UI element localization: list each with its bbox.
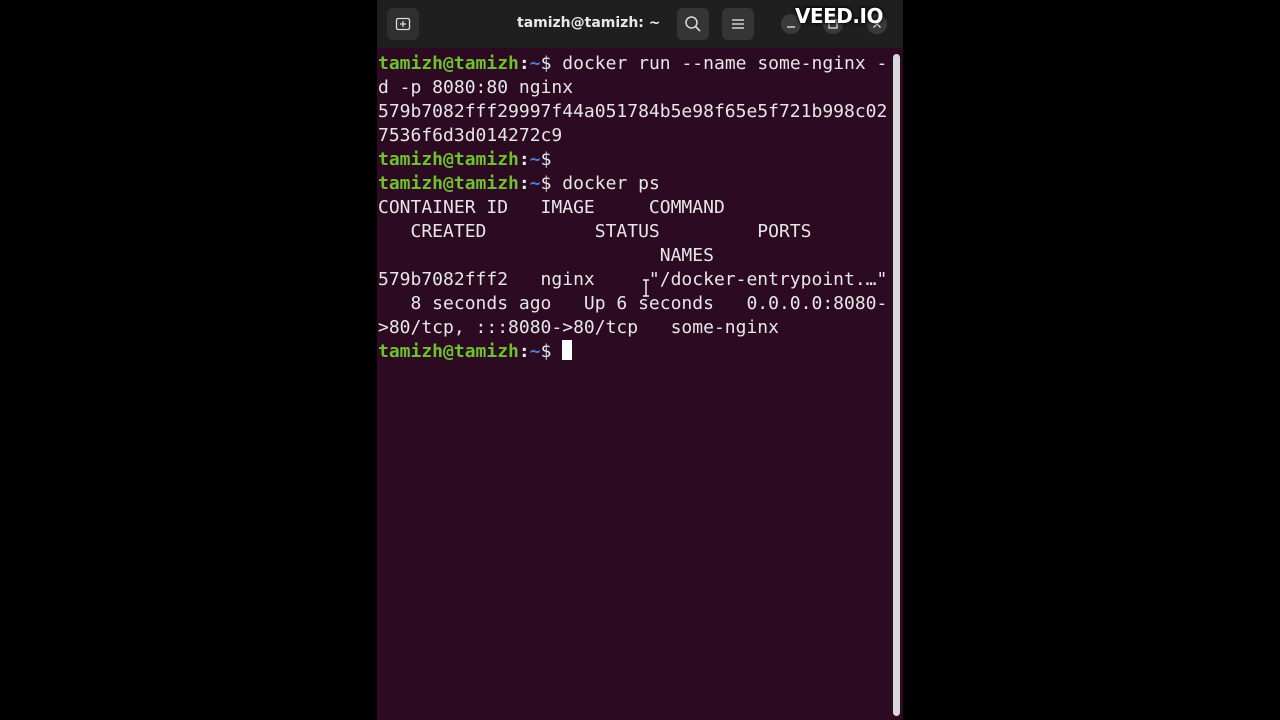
- scrollbar[interactable]: [893, 54, 900, 716]
- prompt-dollar: $: [540, 53, 563, 74]
- terminal-line: tamizh@tamizh:~$ docker run --name some-…: [378, 52, 893, 76]
- search-button[interactable]: [677, 8, 709, 40]
- new-tab-icon: [395, 17, 411, 31]
- prompt-dollar: $: [540, 149, 563, 170]
- prompt-path: ~: [529, 53, 541, 74]
- window-title: tamizh@tamizh: ~: [517, 15, 661, 31]
- terminal-line: 7536f6d3d014272c9: [378, 125, 563, 146]
- terminal-line: d -p 8080:80 nginx: [378, 77, 574, 98]
- prompt-dollar: $: [540, 341, 563, 362]
- prompt-user: tamizh@tamizh: [378, 53, 519, 74]
- terminal-output[interactable]: tamizh@tamizh:~$ docker run --name some-…: [378, 52, 893, 364]
- terminal-window: tamizh@tamizh: ~ VEED.IO tamizh@tamizh:~…: [377, 0, 903, 720]
- ibeam-cursor-icon: [643, 279, 649, 297]
- command-text: docker ps: [562, 173, 660, 194]
- prompt-path: ~: [529, 173, 541, 194]
- terminal-line: 8 seconds ago Up 6 seconds 0.0.0.0:8080-: [378, 293, 888, 314]
- prompt-path: ~: [529, 341, 541, 362]
- prompt-user: tamizh@tamizh: [378, 149, 519, 170]
- prompt-user: tamizh@tamizh: [378, 341, 519, 362]
- prompt-separator: :: [518, 341, 530, 362]
- prompt-separator: :: [518, 53, 530, 74]
- command-text: docker run --name some-nginx -: [562, 53, 888, 74]
- prompt-dollar: $: [540, 173, 563, 194]
- prompt-separator: :: [518, 149, 530, 170]
- prompt-user: tamizh@tamizh: [378, 173, 519, 194]
- text-cursor: [562, 340, 573, 360]
- veed-watermark: VEED.IO: [795, 4, 883, 28]
- terminal-line: NAMES: [378, 245, 714, 266]
- terminal-line: tamizh@tamizh:~$: [378, 340, 893, 364]
- terminal-line: CONTAINER ID IMAGE COMMAND: [378, 197, 725, 218]
- terminal-line: >80/tcp, :::8080->80/tcp some-nginx: [378, 317, 779, 338]
- terminal-line: CREATED STATUS PORTS: [378, 221, 812, 242]
- search-icon: [685, 16, 701, 32]
- hamburger-menu-icon: [732, 19, 744, 29]
- new-tab-button[interactable]: [387, 8, 419, 40]
- prompt-path: ~: [529, 149, 541, 170]
- terminal-line: tamizh@tamizh:~$: [378, 148, 893, 172]
- terminal-line: 579b7082fff2 nginx "/docker-entrypoint.……: [378, 269, 888, 290]
- terminal-line: 579b7082fff29997f44a051784b5e98f65e5f721…: [378, 101, 888, 122]
- prompt-separator: :: [518, 173, 530, 194]
- terminal-line: tamizh@tamizh:~$ docker ps: [378, 172, 893, 196]
- menu-button[interactable]: [722, 8, 754, 40]
